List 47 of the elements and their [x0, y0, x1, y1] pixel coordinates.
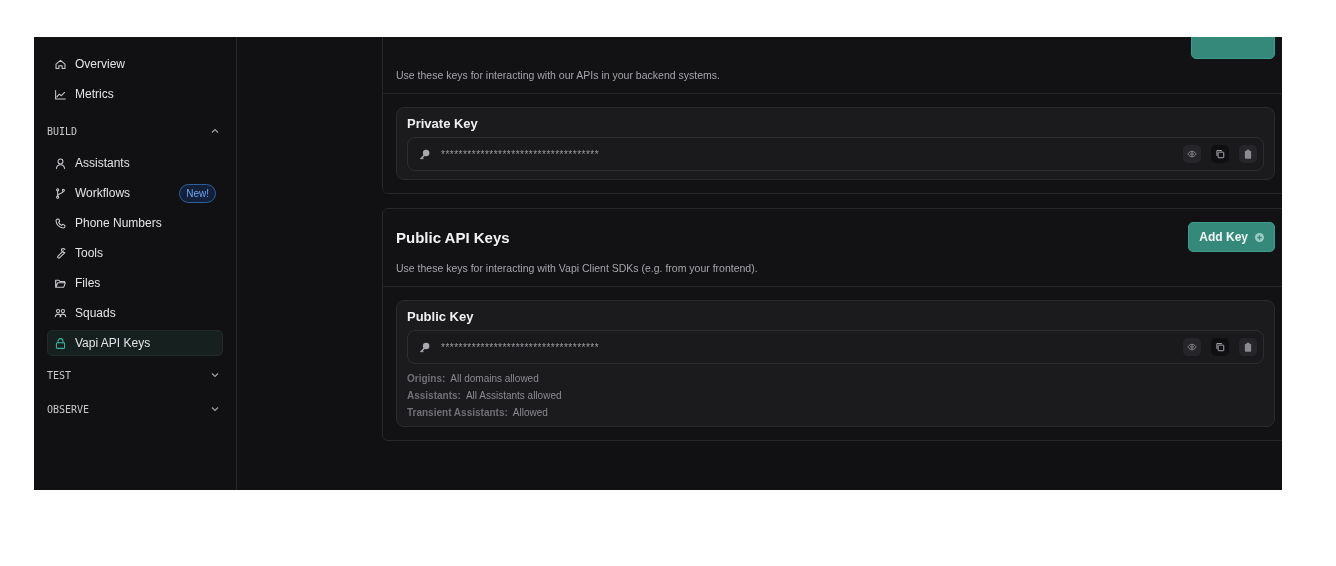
key-icon [418, 340, 431, 354]
new-badge: New! [179, 183, 216, 203]
key-title: Public Key [407, 309, 475, 324]
key-detail: Origins: All domains allowed [407, 373, 540, 384]
sidebar-item[interactable]: Overview [47, 51, 223, 77]
copy-icon [1215, 342, 1225, 352]
section-header[interactable]: OBSERVE [47, 394, 223, 424]
trash-icon [1243, 149, 1253, 159]
add-key-button[interactable]: Add Key [1188, 222, 1275, 252]
sidebar-item[interactable]: Squads [47, 300, 223, 326]
people-icon [54, 306, 67, 320]
key-icon [418, 147, 431, 161]
eye-icon [1187, 342, 1197, 352]
section-header[interactable]: TEST [47, 360, 223, 390]
key-detail: Transient Assistants: Allowed [407, 407, 549, 418]
sidebar-item[interactable]: Tools [47, 240, 223, 266]
branch-icon [54, 186, 67, 200]
key-field[interactable]: ************************************ [407, 137, 1264, 171]
sidebar-item[interactable]: Workflows New! [47, 180, 223, 206]
person-icon [54, 156, 67, 170]
sidebar-item[interactable]: Vapi API Keys [47, 330, 223, 356]
trash-icon [1243, 342, 1253, 352]
show-button[interactable] [1183, 338, 1201, 356]
show-button[interactable] [1183, 145, 1201, 163]
sidebar-item[interactable]: Metrics [47, 81, 223, 107]
delete-button[interactable] [1239, 145, 1257, 163]
section-header[interactable]: BUILD [47, 116, 223, 146]
sidebar-item[interactable]: Files [47, 270, 223, 296]
section-description: Use these keys for interacting with Vapi Client SDKs (e.g. from your frontend). [396, 262, 759, 274]
section-description: Use these keys for interacting with our APIs in your backend systems. [396, 69, 721, 81]
line-chart-icon [54, 87, 67, 101]
sidebar-item[interactable]: Assistants [47, 150, 223, 176]
copy-button[interactable] [1211, 338, 1229, 356]
section-title: Public API Keys [396, 228, 510, 246]
wrench-icon [54, 246, 67, 260]
sidebar-item[interactable]: Phone Numbers [47, 210, 223, 236]
plus-icon [1255, 232, 1264, 242]
copy-icon [1215, 149, 1225, 159]
delete-button[interactable] [1239, 338, 1257, 356]
key-title: Private Key [407, 116, 479, 131]
lock-icon [54, 336, 67, 350]
eye-icon [1187, 149, 1197, 159]
key-field[interactable]: ************************************ [407, 330, 1264, 364]
home-icon [54, 57, 67, 71]
copy-button[interactable] [1211, 145, 1229, 163]
phone-icon [54, 216, 67, 230]
key-detail: Assistants: All Assistants allowed [407, 390, 563, 401]
